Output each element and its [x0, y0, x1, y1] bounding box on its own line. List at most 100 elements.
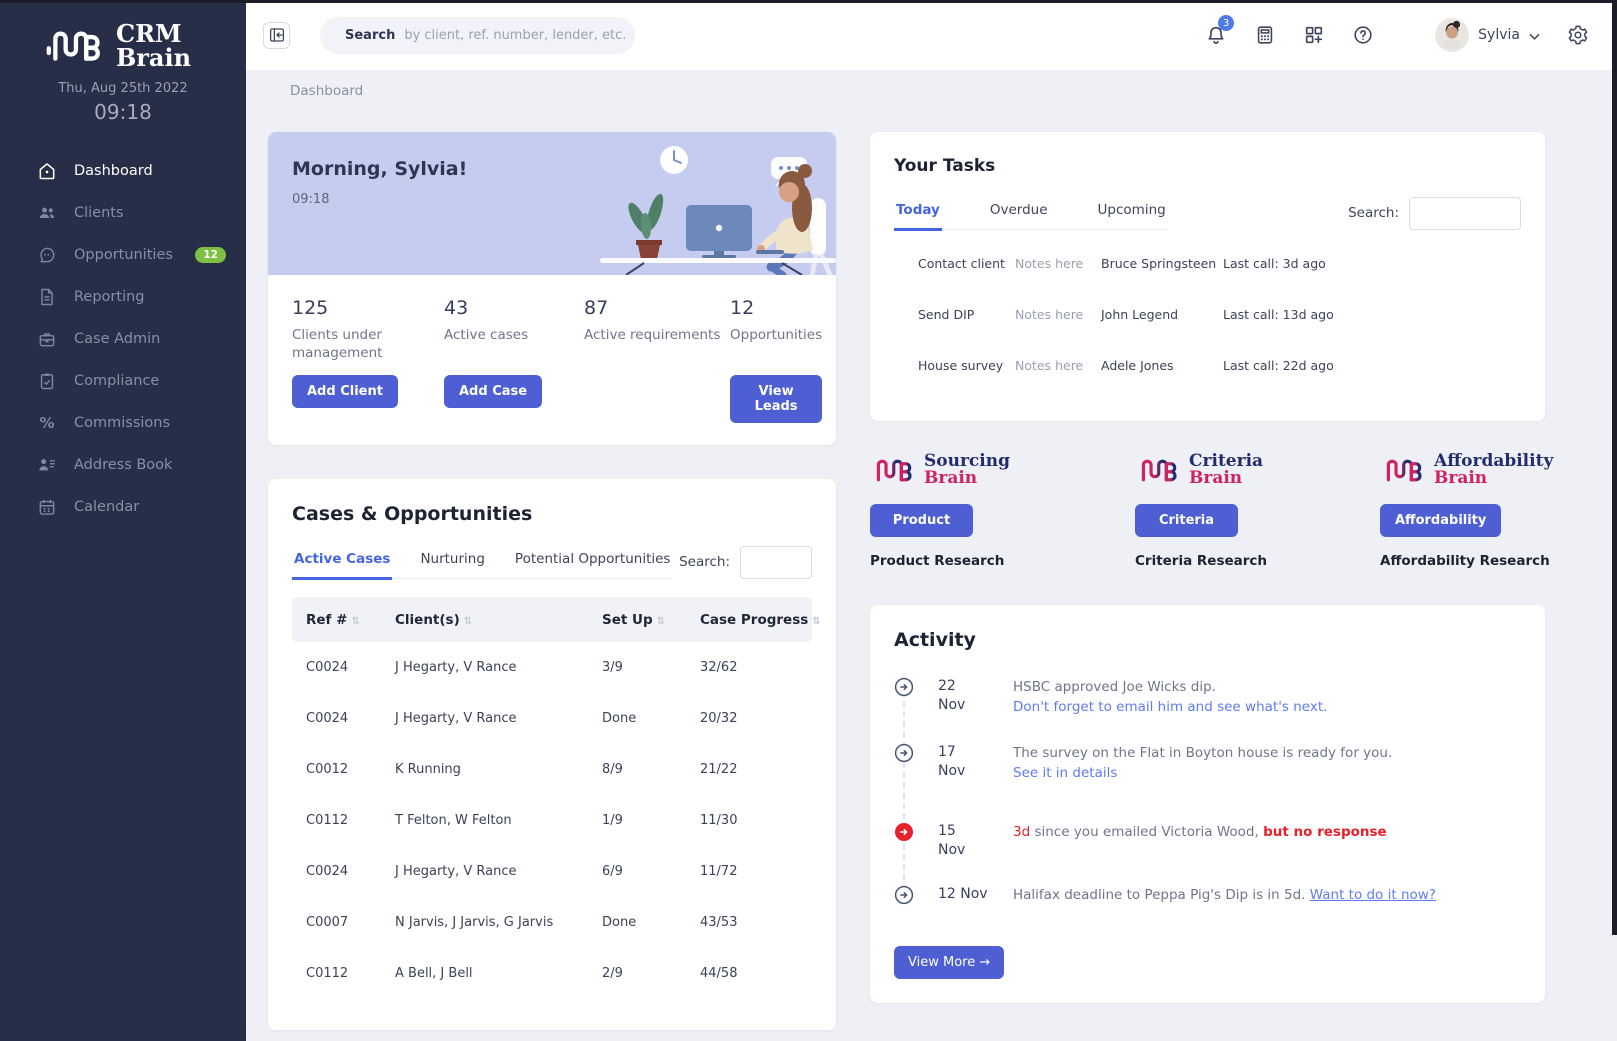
global-search-input[interactable]: Search by client, ref. number, lender, e… — [320, 17, 635, 54]
window-scrollbar-edge — [1612, 0, 1617, 935]
table-row[interactable]: C0007N Jarvis, J Jarvis, G JarvisDone43/… — [292, 897, 812, 948]
breadcrumb-bar: Dashboard — [246, 70, 1617, 112]
activity-link[interactable]: See it in details — [1013, 765, 1117, 781]
home-icon — [36, 160, 58, 182]
tab-potential-opportunities[interactable]: Potential Opportunities — [513, 545, 673, 580]
column-header-ref[interactable]: Ref #⇅ — [306, 612, 395, 628]
sidebar-clock: 09:18 — [0, 100, 246, 124]
settings-button[interactable] — [1565, 22, 1591, 48]
product-button[interactable]: Product — [870, 504, 973, 537]
timeline-alert-icon — [894, 822, 914, 842]
opportunities-count-badge: 12 — [195, 247, 226, 263]
mb-squiggle-icon — [870, 454, 916, 486]
tab-today[interactable]: Today — [894, 196, 942, 231]
tab-nurturing[interactable]: Nurturing — [418, 545, 486, 580]
mb-squiggle-icon — [1380, 454, 1426, 486]
cases-title: Cases & Opportunities — [292, 503, 812, 525]
sidebar-item-label: Dashboard — [74, 163, 153, 179]
column-header-clients[interactable]: Client(s)⇅ — [395, 612, 602, 628]
sidebar-item-label: Compliance — [74, 373, 159, 389]
stat-label: Active cases — [444, 327, 584, 363]
help-button[interactable] — [1350, 22, 1376, 48]
notification-count-badge: 3 — [1218, 15, 1234, 31]
table-row[interactable]: C0024J Hegarty, V RanceDone20/32 — [292, 693, 812, 744]
avatar — [1435, 18, 1469, 52]
list-item[interactable]: Send DIPNotes hereJohn LegendLast call: … — [894, 289, 1521, 340]
sidebar-item-case-admin[interactable]: Case Admin — [0, 318, 246, 360]
sort-icon: ⇅ — [812, 616, 820, 627]
affordability-button[interactable]: Affordability — [1380, 504, 1501, 537]
tab-upcoming[interactable]: Upcoming — [1096, 196, 1168, 231]
activity-link[interactable]: Want to do it now? — [1310, 887, 1436, 903]
list-item[interactable]: House surveyNotes hereAdele JonesLast ca… — [894, 340, 1521, 391]
stat-label: Opportunities — [730, 327, 822, 363]
sidebar-item-reporting[interactable]: Reporting — [0, 276, 246, 318]
table-row[interactable]: C0012K Running8/921/22 — [292, 744, 812, 795]
activity-text: Halifax deadline to Peppa Pig's Dip is i… — [1013, 885, 1521, 905]
sidebar-item-dashboard[interactable]: Dashboard — [0, 150, 246, 192]
activity-item-alert: 15Nov 3d since you emailed Victoria Wood… — [894, 822, 1521, 860]
sidebar-item-address-book[interactable]: Address Book — [0, 444, 246, 486]
column-header-progress[interactable]: Case Progress⇅ — [700, 612, 821, 628]
sidebar-collapse-button[interactable] — [263, 22, 290, 49]
add-case-button[interactable]: Add Case — [444, 375, 542, 408]
apps-button[interactable] — [1301, 22, 1327, 48]
sort-icon: ⇅ — [351, 616, 359, 627]
sidebar-item-label: Reporting — [74, 289, 145, 305]
chat-bubble-icon — [36, 244, 58, 266]
crm-brain-logo-icon — [44, 24, 106, 67]
gear-icon — [1567, 24, 1589, 46]
column-header-setup[interactable]: Set Up⇅ — [602, 612, 700, 628]
activity-text: 3d since you emailed Victoria Wood, but … — [1013, 822, 1521, 842]
table-row[interactable]: C0112A Bell, J Bell2/944/58 — [292, 948, 812, 999]
brain-caption: Product Research — [870, 553, 1135, 569]
cases-table-body: C0024J Hegarty, V Rance3/932/62 C0024J H… — [292, 642, 812, 999]
table-row[interactable]: C0024J Hegarty, V Rance3/932/62 — [292, 642, 812, 693]
notifications-button[interactable]: 3 — [1203, 22, 1229, 48]
apps-grid-icon — [1303, 24, 1325, 46]
activity-item: 12 Nov Halifax deadline to Peppa Pig's D… — [894, 885, 1521, 905]
sidebar-item-commissions[interactable]: % Commissions — [0, 402, 246, 444]
sourcing-brain-logo: SourcingBrain — [870, 453, 1135, 488]
view-more-button[interactable]: View More→ — [894, 946, 1004, 979]
brain-tools-row: SourcingBrain Product Product Research C… — [870, 453, 1545, 569]
calendar-icon — [36, 496, 58, 518]
tasks-search-input[interactable] — [1409, 197, 1521, 230]
stat-value: 12 — [730, 297, 822, 319]
timeline-arrow-icon — [894, 677, 914, 697]
calculator-icon — [1254, 24, 1276, 46]
user-menu[interactable]: Sylvia — [1435, 18, 1540, 52]
timeline-arrow-icon — [894, 885, 914, 905]
tasks-list: Contact clientNotes hereBruce Springstee… — [894, 238, 1521, 391]
tab-overdue[interactable]: Overdue — [988, 196, 1050, 231]
cases-search-input[interactable] — [740, 546, 812, 579]
sidebar-item-clients[interactable]: Clients — [0, 192, 246, 234]
stats-row: 125 Clients under management Add Client … — [268, 275, 836, 445]
sidebar-item-compliance[interactable]: Compliance — [0, 360, 246, 402]
stat-value: 125 — [292, 297, 444, 319]
add-client-button[interactable]: Add Client — [292, 375, 398, 408]
breadcrumb: Dashboard — [290, 83, 363, 99]
activity-date: 15Nov — [938, 822, 1013, 860]
calculator-button[interactable] — [1252, 22, 1278, 48]
tasks-title: Your Tasks — [894, 156, 1521, 176]
welcome-card: Morning, Sylvia! 09:18 — [268, 132, 836, 445]
activity-title: Activity — [894, 629, 1521, 651]
view-leads-button[interactable]: View Leads — [730, 375, 822, 423]
activity-item: 22Nov HSBC approved Joe Wicks dip. Don't… — [894, 677, 1521, 718]
sidebar-nav: Dashboard Clients Opportunities 12 Repor… — [0, 150, 246, 528]
list-item[interactable]: Contact clientNotes hereBruce Springstee… — [894, 238, 1521, 289]
stat-active-cases: 43 Active cases Add Case — [444, 297, 584, 423]
tab-active-cases[interactable]: Active Cases — [292, 545, 392, 580]
sidebar-item-calendar[interactable]: Calendar — [0, 486, 246, 528]
activity-link[interactable]: Don't forget to email him and see what's… — [1013, 699, 1327, 715]
sidebar-item-label: Case Admin — [74, 331, 160, 347]
table-row[interactable]: C0024J Hegarty, V Rance6/911/72 — [292, 846, 812, 897]
criteria-button[interactable]: Criteria — [1135, 504, 1238, 537]
brain-caption: Affordability Research — [1380, 553, 1553, 569]
sidebar-item-opportunities[interactable]: Opportunities 12 — [0, 234, 246, 276]
stat-value: 87 — [584, 297, 730, 319]
chevron-down-icon — [1529, 26, 1540, 45]
stat-clients: 125 Clients under management Add Client — [292, 297, 444, 423]
table-row[interactable]: C0112T Felton, W Felton1/911/30 — [292, 795, 812, 846]
